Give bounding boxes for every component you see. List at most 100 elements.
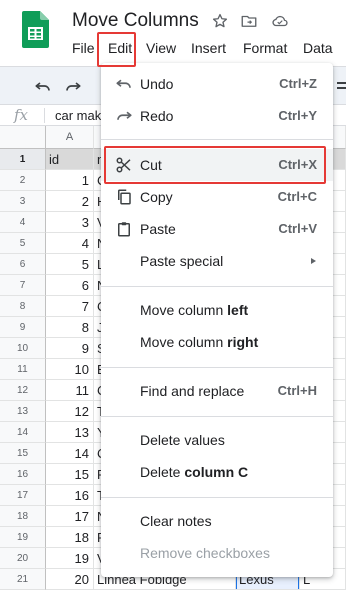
cell-a[interactable]: 8 [46,317,94,338]
move-left-bold: left [227,302,249,318]
menu-separator [101,367,333,368]
delete-values-label: Delete values [140,432,225,448]
paste-special-label: Paste special [140,253,224,269]
menu-item-paste[interactable]: Paste Ctrl+V [101,213,333,245]
row-header[interactable]: 6 [0,254,46,275]
menu-item-copy[interactable]: Copy Ctrl+C [101,181,333,213]
row-header[interactable]: 12 [0,380,46,401]
find-replace-shortcut: Ctrl+H [277,383,317,398]
menu-separator [101,416,333,417]
menu-item-redo[interactable]: Redo Ctrl+Y [101,100,333,132]
cell-a[interactable]: 17 [46,506,94,527]
select-all-corner[interactable] [0,126,46,149]
menu-item-paste-special[interactable]: Paste special [101,245,333,277]
clear-notes-label: Clear notes [140,513,212,529]
row-header[interactable]: 18 [0,506,46,527]
cell-a[interactable]: 16 [46,485,94,506]
cell-a[interactable]: 18 [46,527,94,548]
menu-item-remove-checkboxes: Remove checkboxes [101,537,333,569]
row-header[interactable]: 11 [0,359,46,380]
row-header[interactable]: 15 [0,443,46,464]
menu-item-undo[interactable]: Undo Ctrl+Z [101,68,333,100]
remove-checkboxes-label: Remove checkboxes [140,545,270,561]
cell-a[interactable]: 12 [46,401,94,422]
cell-a[interactable]: 14 [46,443,94,464]
row-header[interactable]: 3 [0,191,46,212]
row-header[interactable]: 14 [0,422,46,443]
cell-a[interactable]: 11 [46,380,94,401]
row-header[interactable]: 10 [0,338,46,359]
menu-item-delete-values[interactable]: Delete values [101,424,333,456]
redo-icon [117,111,132,120]
cell-a[interactable]: 5 [46,254,94,275]
menu-item-move-column-left[interactable]: Move column left [101,294,333,326]
row-header[interactable]: 8 [0,296,46,317]
cell-a[interactable]: 9 [46,338,94,359]
paste-label: Paste [140,221,176,237]
row-header[interactable]: 21 [0,569,46,590]
menu-file[interactable]: File [72,40,95,56]
menu-edit[interactable]: Edit [108,40,132,56]
clipboard-icon [118,222,130,237]
find-replace-label: Find and replace [140,383,245,399]
menu-item-delete-column[interactable]: Delete column C [101,456,333,488]
move-to-folder-icon[interactable] [240,12,258,30]
cell-a[interactable]: 4 [46,233,94,254]
cell-a[interactable]: 19 [46,548,94,569]
formula-divider [44,108,45,123]
menu-item-clear-notes[interactable]: Clear notes [101,505,333,537]
row-header[interactable]: 19 [0,527,46,548]
column-header-a[interactable]: A [46,126,94,149]
cell-a[interactable]: 3 [46,212,94,233]
undo-icon [116,79,131,88]
menu-separator [101,497,333,498]
scissors-icon [116,157,131,173]
delete-column-label: Delete column C [140,464,248,480]
cut-label: Cut [140,157,162,173]
cell-a[interactable]: 20 [46,569,94,590]
redo-toolbar-icon[interactable] [64,78,82,94]
menu-item-move-column-right[interactable]: Move column right [101,326,333,358]
cell-a[interactable]: 1 [46,170,94,191]
cell-a[interactable]: 10 [46,359,94,380]
menu-separator [101,286,333,287]
cell-a[interactable]: id [46,149,94,170]
cell-a[interactable]: 13 [46,422,94,443]
copy-label: Copy [140,189,173,205]
row-header[interactable]: 17 [0,485,46,506]
menu-insert[interactable]: Insert [191,40,226,56]
row-header[interactable]: 13 [0,401,46,422]
cloud-status-icon[interactable] [271,12,289,30]
more-toolbar-icon[interactable] [335,78,346,94]
row-header[interactable]: 7 [0,275,46,296]
undo-toolbar-icon[interactable] [34,78,52,94]
document-title[interactable]: Move Columns [72,10,199,32]
menu-view[interactable]: View [146,40,176,56]
undo-label: Undo [140,76,174,92]
row-header[interactable]: 2 [0,170,46,191]
star-icon[interactable] [211,12,229,30]
cell-a[interactable]: 15 [46,464,94,485]
row-header[interactable]: 4 [0,212,46,233]
menu-bar: File Edit View Insert Format Data [0,38,346,60]
cell-a[interactable]: 6 [46,275,94,296]
redo-shortcut: Ctrl+Y [278,108,317,123]
menu-data[interactable]: Data [303,40,333,56]
move-column-right-label: Move column right [140,334,258,350]
menu-format[interactable]: Format [243,40,287,56]
menu-item-cut[interactable]: Cut Ctrl+X [101,149,333,181]
cell-a[interactable]: 2 [46,191,94,212]
cut-shortcut: Ctrl+X [278,157,317,172]
row-header[interactable]: 9 [0,317,46,338]
menu-item-find-replace[interactable]: Find and replace Ctrl+H [101,375,333,407]
move-right-bold: right [227,334,259,350]
row-header[interactable]: 16 [0,464,46,485]
row-header[interactable]: 20 [0,548,46,569]
delete-column-prefix: Delete [140,464,185,480]
row-header[interactable]: 5 [0,233,46,254]
row-header[interactable]: 1 [0,149,46,170]
paste-shortcut: Ctrl+V [278,221,317,236]
move-column-left-label: Move column left [140,302,248,318]
move-right-prefix: Move column [140,334,228,350]
cell-a[interactable]: 7 [46,296,94,317]
